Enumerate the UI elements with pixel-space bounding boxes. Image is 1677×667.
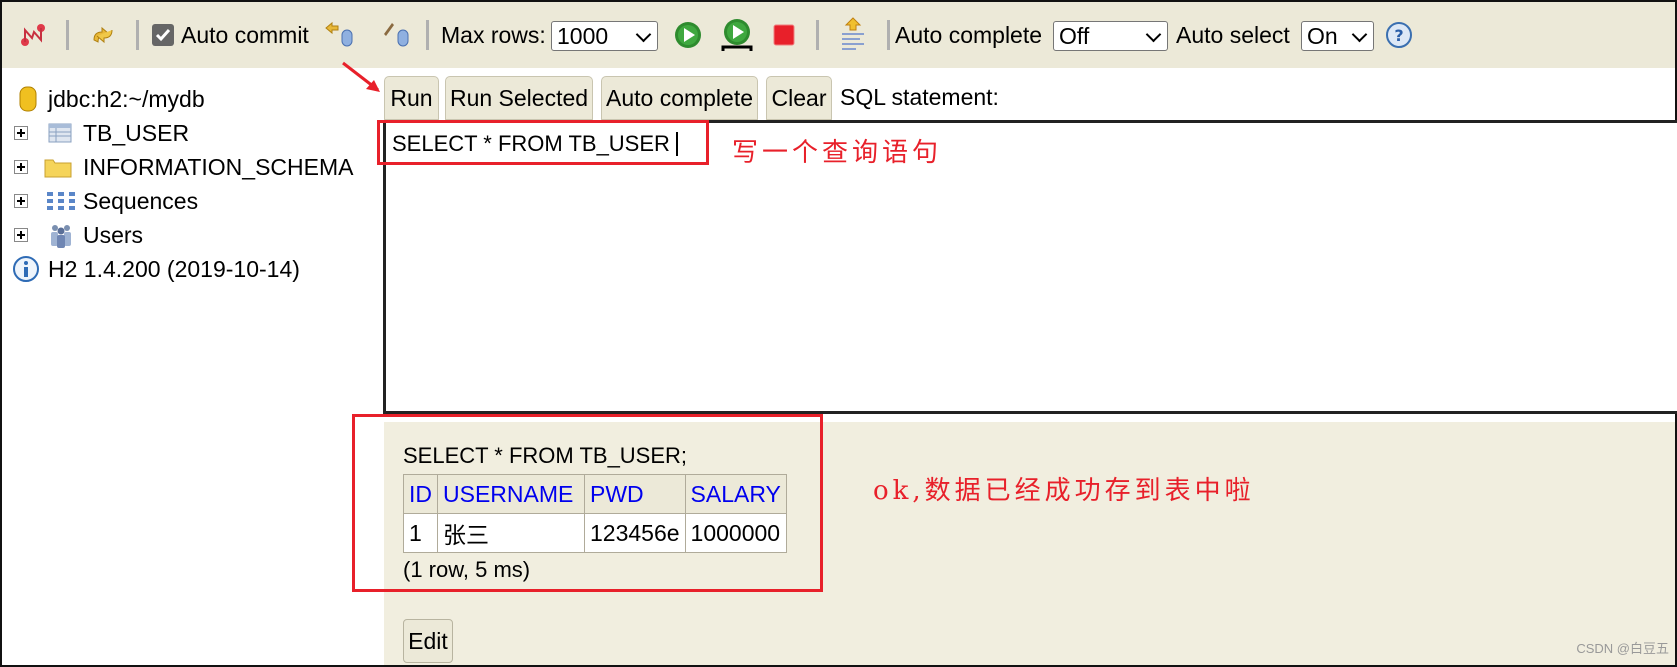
- toolbar-separator: [887, 20, 890, 50]
- users-icon: [51, 225, 71, 248]
- sql-statement-label: SQL statement:: [840, 84, 999, 110]
- tree-item-users[interactable]: Users: [2, 219, 382, 251]
- sequences-icon: [47, 192, 75, 210]
- disconnect-button[interactable]: [18, 2, 48, 68]
- history-button[interactable]: [840, 2, 866, 68]
- max-rows-value: 1000: [557, 22, 609, 49]
- connection-url: jdbc:h2:~/mydb: [48, 85, 205, 112]
- watermark: CSDN @白豆五: [1576, 641, 1669, 656]
- auto-complete-label: Auto complete: [895, 21, 1043, 48]
- disconnect-icon: [21, 24, 45, 46]
- run-button[interactable]: Run: [384, 76, 439, 120]
- edit-button[interactable]: Edit: [403, 619, 453, 663]
- run-selected-icon: [721, 19, 753, 51]
- max-rows-label: Max rows:: [441, 21, 546, 48]
- expand-icon[interactable]: [14, 228, 28, 242]
- tree-item-tb-user[interactable]: TB_USER: [2, 117, 382, 149]
- run-selected-button[interactable]: Run Selected: [445, 76, 593, 120]
- commit-button[interactable]: [380, 2, 412, 68]
- auto-select-value: On: [1307, 22, 1338, 49]
- run-toolbar-button[interactable]: [674, 2, 702, 68]
- svg-text:?: ?: [1394, 26, 1403, 45]
- folder-icon: [44, 159, 72, 178]
- auto-complete-button[interactable]: Auto complete: [601, 76, 758, 120]
- auto-complete-select[interactable]: Off: [1053, 21, 1168, 51]
- auto-commit-checkbox[interactable]: Auto commit: [152, 2, 309, 68]
- expand-icon[interactable]: [14, 160, 28, 174]
- chevron-down-icon: [1351, 26, 1368, 43]
- annotation-box-query: [377, 120, 709, 165]
- refresh-icon: [93, 26, 113, 44]
- annotation-result-note: ok,数据已经成功存到表中啦: [873, 476, 1255, 506]
- auto-complete-value: Off: [1059, 22, 1090, 49]
- stop-icon: [773, 24, 795, 46]
- tree-item-information-schema[interactable]: INFORMATION_SCHEMA: [2, 151, 382, 183]
- run-selected-toolbar-button[interactable]: [721, 2, 753, 68]
- toolbar-separator: [66, 20, 69, 50]
- run-icon: [675, 22, 701, 48]
- table-icon: [48, 123, 72, 143]
- auto-commit-label: Auto commit: [181, 21, 309, 48]
- refresh-button[interactable]: [88, 2, 118, 68]
- rollback-button[interactable]: [324, 2, 356, 68]
- help-icon: ?: [1386, 22, 1412, 48]
- annotation-arrow-icon: [342, 61, 380, 92]
- tree-item-label: INFORMATION_SCHEMA: [83, 153, 354, 180]
- annotation-query-note: 写一个查询语句: [732, 138, 943, 168]
- version-info: H2 1.4.200 (2019-10-14): [2, 253, 382, 285]
- rollback-icon: [325, 21, 353, 47]
- toolbar-separator: [816, 20, 819, 50]
- version-text: H2 1.4.200 (2019-10-14): [48, 255, 300, 282]
- auto-select-label: Auto select: [1176, 21, 1290, 48]
- chevron-down-icon: [1145, 26, 1162, 43]
- max-rows-select[interactable]: 1000: [551, 21, 658, 51]
- toolbar: Auto commit Max rows: 1000 Auto complete…: [2, 2, 1675, 68]
- expand-icon[interactable]: [14, 126, 28, 140]
- help-button[interactable]: ?: [1385, 2, 1413, 68]
- auto-select-select[interactable]: On: [1301, 21, 1374, 51]
- info-icon: [13, 256, 39, 282]
- tree-item-label: Users: [83, 221, 144, 248]
- annotation-box-result: [352, 414, 823, 592]
- database-icon: [19, 86, 37, 112]
- sidebar: jdbc:h2:~/mydb TB_USER INFORMATION_SCHEM…: [2, 68, 382, 665]
- tree-item-label: TB_USER: [83, 119, 190, 146]
- stop-button[interactable]: [773, 2, 795, 68]
- chevron-down-icon: [635, 26, 652, 43]
- tree-item-sequences[interactable]: Sequences: [2, 185, 382, 217]
- toolbar-separator: [136, 20, 139, 50]
- toolbar-separator: [426, 20, 429, 50]
- commit-icon: [384, 23, 409, 47]
- history-icon: [842, 17, 864, 50]
- checkbox-checked-icon: [152, 24, 174, 46]
- clear-button[interactable]: Clear: [766, 76, 832, 120]
- expand-icon[interactable]: [14, 194, 28, 208]
- tree-item-label: Sequences: [83, 187, 199, 214]
